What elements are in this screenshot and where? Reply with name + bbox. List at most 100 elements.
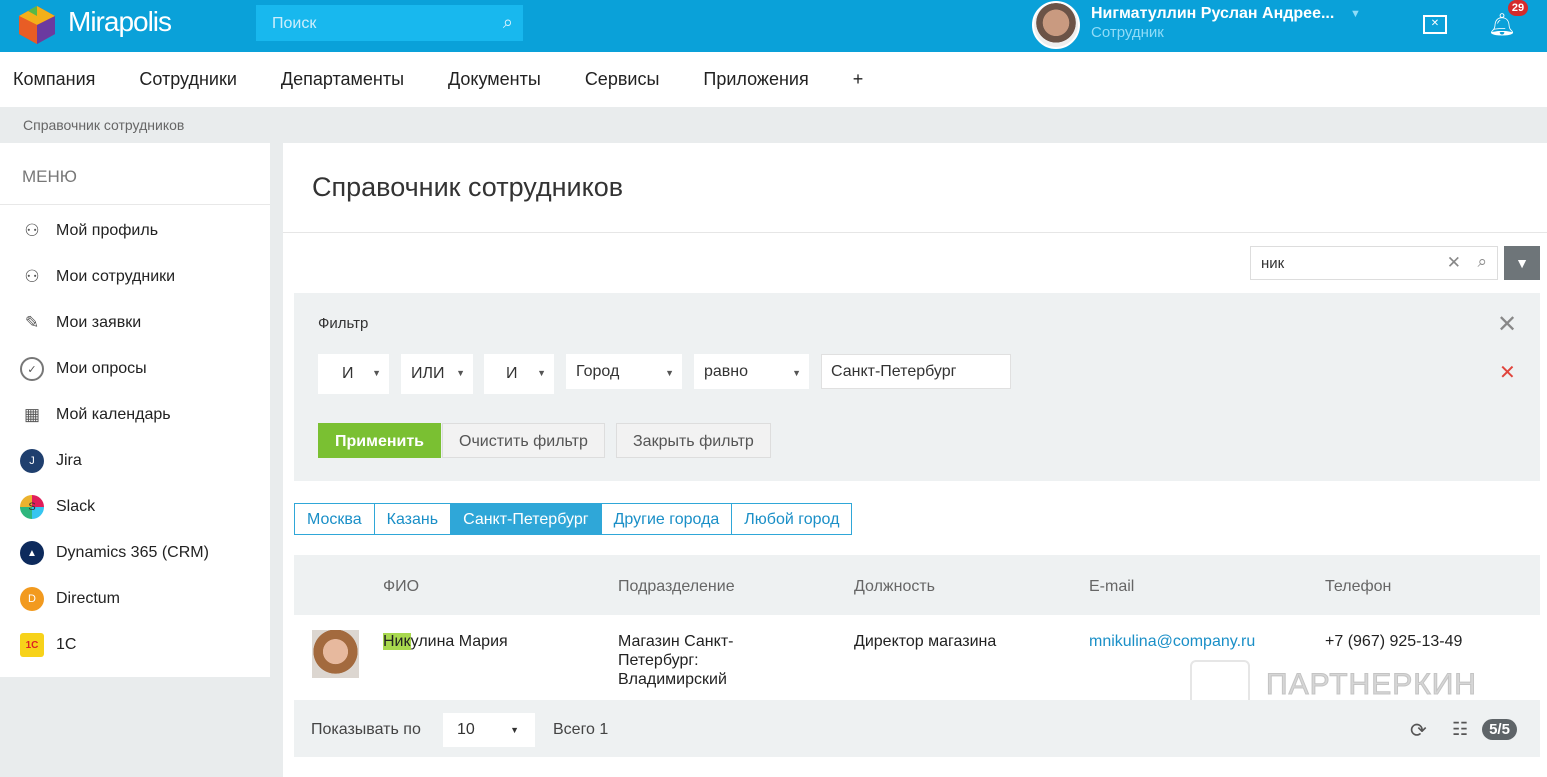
sidebar-item-directum[interactable]: D Directum: [20, 587, 120, 611]
sidebar-item-dynamics[interactable]: ▲ Dynamics 365 (CRM): [20, 541, 209, 565]
field-select[interactable]: Город ▼: [566, 354, 682, 389]
1c-icon: 1С: [20, 633, 44, 657]
chevron-down-icon: ▼: [537, 368, 546, 378]
search-value: ник: [1261, 255, 1285, 272]
sidebar-item-surveys[interactable]: ✓ Мои опросы: [20, 357, 147, 381]
mail-icon[interactable]: ✕: [1423, 15, 1447, 34]
sidebar-item-label: Мой календарь: [56, 406, 171, 423]
logic-select-3[interactable]: И ▼: [484, 354, 554, 394]
global-search-input[interactable]: Поиск ⌕: [256, 5, 523, 41]
main-nav: Компания Сотрудники Департаменты Докумен…: [0, 52, 1547, 107]
tab-any-city[interactable]: Любой город: [731, 504, 851, 534]
slack-icon: S: [20, 495, 44, 519]
jira-icon: J: [20, 449, 44, 473]
sidebar-item-jira[interactable]: J Jira: [20, 449, 82, 473]
dynamics-icon: ▲: [20, 541, 44, 565]
pencil-icon: ✎: [24, 313, 40, 332]
user-name[interactable]: Нигматуллин Руслан Андрее...: [1091, 5, 1334, 23]
name-rest: улина Мария: [410, 633, 508, 650]
tab-other-cities[interactable]: Другие города: [600, 504, 732, 534]
sidebar-item-calendar[interactable]: ▦ Мой календарь: [20, 403, 171, 427]
select-value: 10: [457, 721, 475, 738]
nav-apps[interactable]: Приложения: [703, 69, 808, 90]
check-circle-icon: ✓: [20, 357, 44, 381]
search-icon[interactable]: ⌕: [503, 12, 513, 33]
select-value: равно: [704, 363, 749, 380]
sidebar-item-label: Dynamics 365 (CRM): [56, 544, 209, 561]
search-placeholder: Поиск: [272, 15, 317, 32]
directum-icon: D: [20, 587, 44, 611]
nav-employees[interactable]: Сотрудники: [139, 69, 237, 90]
divider: [283, 232, 1547, 233]
tab-moscow[interactable]: Москва: [295, 504, 374, 534]
clear-filter-button[interactable]: Очистить фильтр: [442, 423, 605, 458]
columns-icon[interactable]: ☷: [1452, 719, 1468, 740]
logic-select-1[interactable]: И ▼: [318, 354, 389, 394]
search-icon[interactable]: ⌕: [1477, 252, 1487, 272]
select-value: Город: [576, 363, 620, 380]
divider: [0, 204, 270, 205]
sidebar-item-label: Мой профиль: [56, 222, 159, 239]
sidebar-item-label: Мои заявки: [56, 314, 142, 331]
column-header-phone[interactable]: Телефон: [1325, 578, 1391, 596]
city-tabs: Москва Казань Санкт-Петербург Другие гор…: [294, 503, 853, 535]
user-icon: ⚇: [24, 221, 40, 240]
sidebar-item-requests[interactable]: ✎ Мои заявки: [20, 311, 141, 335]
search-highlight: Ник: [383, 633, 411, 650]
logo-text: Mirapolis: [68, 6, 172, 37]
notification-badge: 29: [1508, 0, 1528, 16]
column-header-email[interactable]: E-mail: [1089, 578, 1134, 596]
employee-photo[interactable]: [312, 630, 359, 678]
nav-documents[interactable]: Документы: [448, 69, 541, 90]
sidebar-item-label: Slack: [56, 498, 96, 515]
employee-email-link[interactable]: mnikulina@company.ru: [1089, 632, 1255, 651]
nav-company[interactable]: Компания: [13, 69, 95, 90]
filter-button[interactable]: ▼: [1504, 246, 1540, 280]
clear-icon[interactable]: ✕: [1447, 253, 1461, 273]
nav-departments[interactable]: Департаменты: [281, 69, 404, 90]
user-role: Сотрудник: [1091, 24, 1164, 41]
sidebar-item-slack[interactable]: S Slack: [20, 495, 95, 519]
close-filter-button[interactable]: Закрыть фильтр: [616, 423, 771, 458]
user-avatar[interactable]: [1032, 1, 1080, 49]
sidebar-item-profile[interactable]: ⚇ Мой профиль: [20, 219, 158, 243]
employee-name[interactable]: Никулина Мария: [383, 632, 508, 651]
apply-filter-button[interactable]: Применить: [318, 423, 442, 458]
remove-condition-icon[interactable]: ✕: [1499, 360, 1516, 385]
calendar-icon: ▦: [23, 405, 41, 424]
chevron-down-icon: ▼: [792, 368, 801, 378]
employee-department: Магазин Санкт-Петербург: Владимирский: [618, 633, 734, 688]
nav-add[interactable]: +: [853, 69, 864, 90]
sidebar-item-my-employees[interactable]: ⚇ Мои сотрудники: [20, 265, 175, 289]
select-value: И: [342, 365, 354, 382]
page-size-select[interactable]: 10 ▼: [443, 713, 535, 747]
user-menu-chevron-down-icon[interactable]: ▼: [1350, 8, 1361, 20]
column-header-position[interactable]: Должность: [854, 578, 935, 596]
pages-badge[interactable]: 5/5: [1482, 719, 1517, 740]
users-icon: ⚇: [24, 267, 40, 286]
sidebar: МЕНЮ ⚇ Мой профиль ⚇ Мои сотрудники ✎ Мои з…: [0, 143, 270, 677]
chevron-down-icon: ▼: [372, 368, 381, 378]
tab-saint-petersburg[interactable]: Санкт-Петербург: [450, 504, 601, 534]
column-header-department[interactable]: Подразделение: [618, 578, 735, 596]
sidebar-heading: МЕНЮ: [22, 167, 77, 186]
sidebar-item-1c[interactable]: 1С 1С: [20, 633, 76, 657]
filter-value-input[interactable]: Санкт-Петербург: [821, 354, 1011, 389]
tab-kazan[interactable]: Казань: [373, 504, 450, 534]
column-header-name[interactable]: ФИО: [383, 578, 419, 596]
refresh-icon[interactable]: ⟳: [1410, 718, 1427, 743]
employee-position: Директор магазина: [854, 633, 997, 650]
filter-title: Фильтр: [318, 315, 369, 332]
sidebar-item-label: Jira: [56, 452, 82, 469]
bell-icon[interactable]: 🔔︎: [1488, 12, 1516, 38]
sidebar-item-label: Мои сотрудники: [56, 268, 176, 285]
mirapolis-logo-icon: [19, 6, 55, 44]
breadcrumb[interactable]: Справочник сотрудников: [23, 117, 184, 133]
logic-select-2[interactable]: ИЛИ ▼: [401, 354, 473, 394]
condition-select[interactable]: равно ▼: [694, 354, 809, 389]
close-filter-icon[interactable]: ✕: [1497, 310, 1517, 339]
watermark-text: ПАРТНЕРКИН: [1266, 668, 1477, 702]
employee-search-input[interactable]: ник ✕ ⌕: [1250, 246, 1498, 280]
chevron-down-icon: ▼: [510, 725, 519, 735]
nav-services[interactable]: Сервисы: [585, 69, 660, 90]
